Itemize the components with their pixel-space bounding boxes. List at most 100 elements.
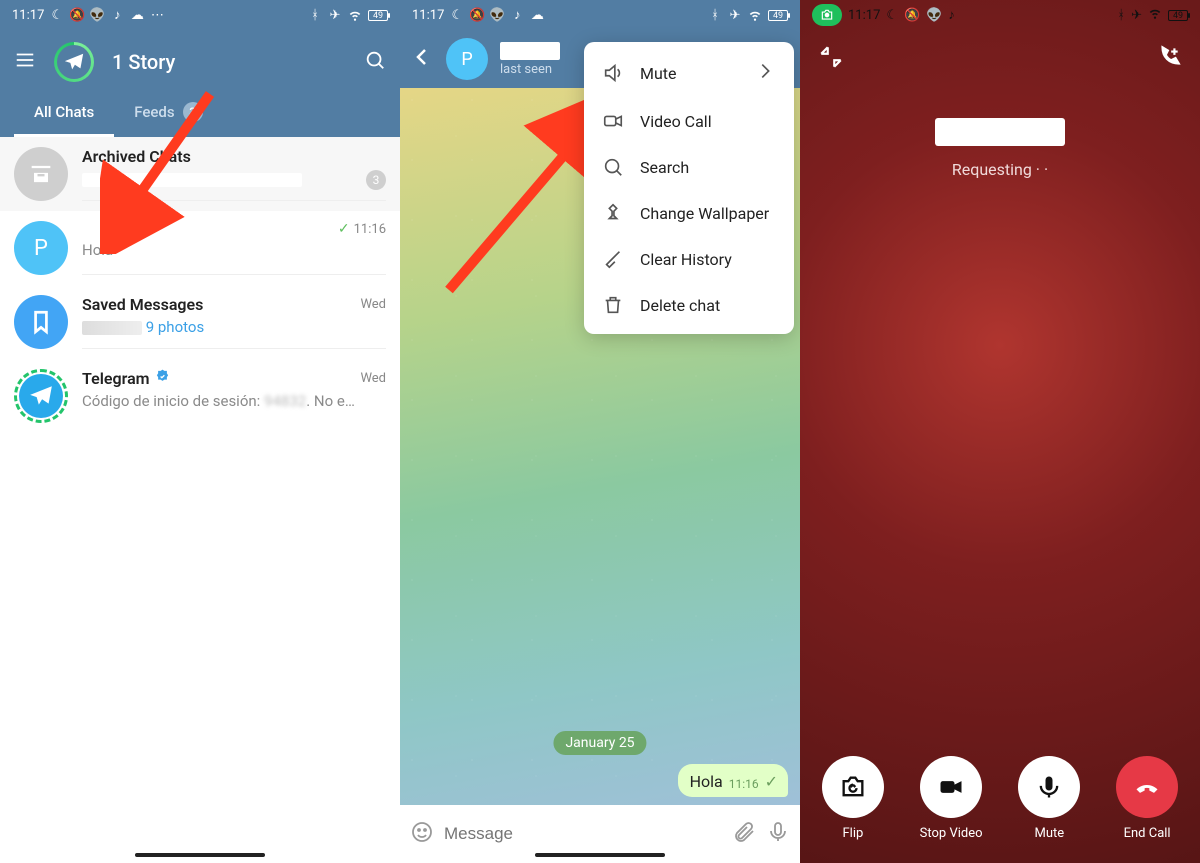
reddit-icon: 👽 [90,8,104,22]
contact-avatar[interactable]: P [446,38,488,80]
chat-list: Archived Chats 3 P ✓ 11:16 Hola Saved Mes… [0,137,400,433]
plane-icon: ✈ [1131,8,1142,23]
end-call-button[interactable] [1116,756,1178,818]
chat-preview: Hola [82,241,113,259]
call-status: Requesting · · [800,160,1200,179]
status-bar: 11:17 ☾ 🔕 👽 ♪ ☁ ⋯ ᚼ ✈ 49 [0,0,400,30]
tiktok-icon: ♪ [948,7,955,23]
contact-info[interactable]: last seen [500,42,560,77]
tiktok-icon: ♪ [510,8,524,22]
contact-avatar: P [14,221,68,275]
back-button[interactable] [410,45,434,73]
cloud-icon: ☁ [130,8,144,22]
telegram-row[interactable]: Telegram Wed Código de inicio de sesión:… [0,359,400,433]
chat-list-header: 1 Story All Chats Feeds 3 [0,30,400,137]
chat-time: 11:16 [354,222,386,237]
message-input[interactable] [444,824,722,844]
battery-icon: 49 [768,10,788,21]
tab-feeds[interactable]: Feeds 3 [114,90,222,137]
menu-label: Clear History [640,250,732,269]
date-pill: January 25 [553,731,646,755]
menu-label: Mute [640,64,677,83]
telegram-logo-icon [57,45,91,79]
status-time: 11:17 [412,8,444,23]
chat-row[interactable]: P ✓ 11:16 Hola [0,211,400,285]
add-call-button[interactable] [1156,44,1182,74]
tab-label: Feeds [134,103,174,121]
archived-title: Archived Chats [82,147,191,166]
menu-clear-history[interactable]: Clear History [584,236,794,282]
battery-icon: 49 [368,10,388,21]
menu-mute[interactable]: Mute [584,48,794,98]
contact-name-redacted [500,42,560,60]
message-time: 11:16 [729,777,759,791]
telegram-preview: Código de inicio de sesión: 94832. No e… [82,392,355,410]
moon-icon: ☾ [450,8,464,22]
battery-icon: 49 [1168,10,1188,21]
reddit-icon: 👽 [490,8,504,22]
check-icon: ✓ [338,221,350,237]
menu-label: Video Call [640,112,712,131]
mic-icon [1035,773,1063,801]
tab-label: All Chats [34,103,94,121]
control-label: Mute [1034,826,1064,841]
home-indicator[interactable] [535,853,665,857]
bluetooth-icon: ᚼ [708,8,722,22]
mute-control: Mute [1018,756,1080,841]
telegram-time: Wed [360,371,386,386]
video-icon [937,773,965,801]
menu-label: Search [640,158,689,177]
mic-button[interactable] [766,820,790,848]
menu-video-call[interactable]: Video Call [584,98,794,144]
menu-delete-chat[interactable]: Delete chat [584,282,794,328]
archive-icon [14,147,68,201]
header-title: 1 Story [112,50,346,74]
speaker-icon [602,62,624,84]
pin-icon [602,202,624,224]
control-label: Stop Video [920,826,983,841]
phone-down-icon [1133,773,1161,801]
attach-button[interactable] [732,820,756,848]
menu-change-wallpaper[interactable]: Change Wallpaper [584,190,794,236]
stop-video-button[interactable] [920,756,982,818]
chat-options-menu: Mute Video Call Search Change Wallpaper … [584,42,794,334]
tab-badge: 3 [183,102,203,122]
flip-camera-button[interactable] [822,756,884,818]
menu-button[interactable] [14,49,36,75]
contact-name-redacted [935,118,1065,146]
archived-chats-row[interactable]: Archived Chats 3 [0,137,400,211]
call-controls: Flip Stop Video Mute End Call [800,756,1200,841]
control-label: Flip [842,826,863,841]
control-label: End Call [1124,826,1171,841]
status-bar: 11:17 ☾ 🔕 👽 ♪ ᚼ ✈ 49 [800,0,1200,30]
search-button[interactable] [364,49,386,75]
trash-icon [602,294,624,316]
mute-button[interactable] [1018,756,1080,818]
check-icon: ✓ [765,772,778,791]
saved-messages-row[interactable]: Saved Messages Wed 9 photos [0,285,400,359]
outgoing-message[interactable]: Hola 11:16 ✓ [678,764,788,797]
saved-preview: 9 photos [82,318,204,336]
chevron-right-icon [754,60,776,86]
search-icon [602,156,624,178]
menu-label: Change Wallpaper [640,204,769,223]
story-ring[interactable] [54,42,94,82]
telegram-title: Telegram [82,369,170,388]
minimize-button[interactable] [818,44,844,74]
moon-icon: ☾ [50,8,64,22]
chat-tabs: All Chats Feeds 3 [14,90,386,137]
tab-all-chats[interactable]: All Chats [14,90,114,137]
menu-search[interactable]: Search [584,144,794,190]
contact-name [82,221,112,237]
broom-icon [602,248,624,270]
plane-icon: ✈ [328,8,342,22]
menu-label: Delete chat [640,296,720,315]
home-indicator[interactable] [135,853,265,857]
verified-icon [155,369,170,388]
status-time: 11:17 [848,8,880,23]
saved-title: Saved Messages [82,295,203,314]
bookmark-icon [14,295,68,349]
emoji-button[interactable] [410,820,434,848]
saved-time: Wed [360,297,386,312]
camera-active-pill[interactable] [812,4,842,26]
